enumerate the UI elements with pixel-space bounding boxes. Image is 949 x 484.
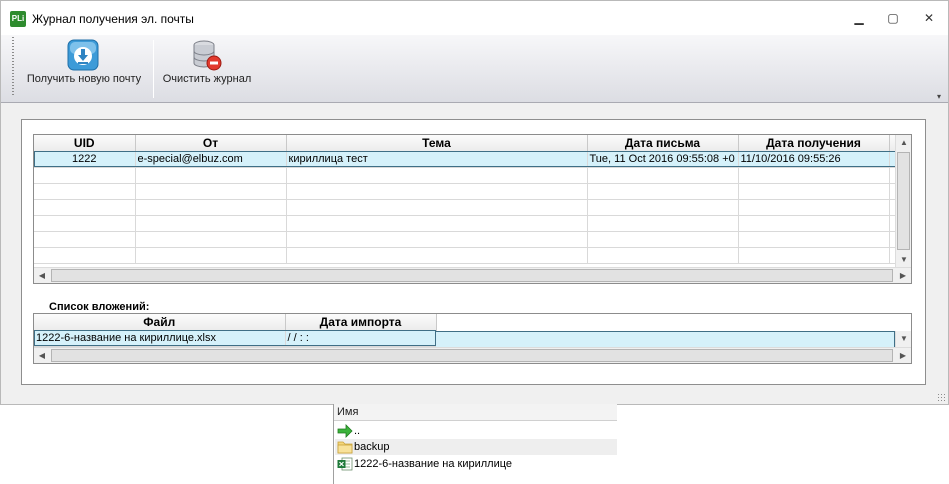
toolbar-separator <box>153 40 154 98</box>
table-row[interactable]: 1222-6-название на кириллице.xlsx / / : … <box>34 330 437 347</box>
close-button[interactable]: ✕ <box>919 10 939 26</box>
scroll-thumb[interactable] <box>897 152 910 250</box>
scroll-down-arrow[interactable]: ▼ <box>896 252 911 268</box>
attachments-table: Файл Дата импорта 1222-6-название на кир… <box>34 314 437 347</box>
mail-table: UID От Тема Дата письма Дата получения 1… <box>34 135 897 264</box>
explorer-item-backup[interactable]: backup <box>335 439 617 455</box>
clear-log-label: Очистить журнал <box>162 73 252 85</box>
explorer-item-parent[interactable]: .. <box>335 423 617 439</box>
column-header-file[interactable]: Файл <box>34 314 286 331</box>
scroll-right-arrow[interactable]: ▶ <box>895 268 911 283</box>
mail-vertical-scrollbar[interactable]: ▲ ▼ <box>895 135 911 268</box>
up-arrow-icon <box>337 424 353 438</box>
cell-subject[interactable]: кириллица тест <box>286 151 588 168</box>
window-title: Журнал получения эл. почты <box>32 12 194 26</box>
column-header-subject[interactable]: Тема <box>286 135 588 152</box>
maximize-button[interactable]: ▢ <box>883 10 903 26</box>
content-panel: UID От Тема Дата письма Дата получения 1… <box>21 119 926 385</box>
toolbar: Получить новую почту Очистить журнал ▾ <box>1 35 948 103</box>
explorer-item-label: .. <box>354 425 361 437</box>
attachments-header-row: Файл Дата импорта <box>34 314 437 331</box>
explorer-column-header-name[interactable]: Имя <box>334 404 617 421</box>
column-header-date-letter[interactable]: Дата письма <box>587 135 739 152</box>
cell-import-date[interactable]: / / : : <box>285 330 437 347</box>
scroll-left-arrow[interactable]: ◀ <box>34 268 50 283</box>
explorer-item-label: 1222-6-название на кириллице <box>354 458 513 470</box>
toolbar-grip[interactable] <box>12 37 14 97</box>
mail-download-icon <box>67 39 99 71</box>
receive-mail-button[interactable]: Получить новую почту <box>19 37 149 99</box>
column-header-from[interactable]: От <box>135 135 287 152</box>
empty-row <box>34 183 897 200</box>
mail-log-window: PLi Журнал получения эл. почты ▁ ▢ ✕ Пол… <box>0 0 949 405</box>
explorer-item-excel-file[interactable]: 1222-6-название на кириллице <box>335 456 617 472</box>
column-header-uid[interactable]: UID <box>34 135 136 152</box>
database-delete-icon <box>193 40 222 71</box>
explorer-item-label: backup <box>354 441 390 453</box>
selected-row-fill <box>436 331 895 348</box>
scroll-left-arrow[interactable]: ◀ <box>34 348 50 363</box>
empty-row <box>34 167 897 184</box>
file-explorer: Имя .. backup 1222-6-название на кирилли… <box>333 404 617 484</box>
empty-row <box>34 231 897 248</box>
receive-mail-label: Получить новую почту <box>26 73 142 85</box>
cell-file[interactable]: 1222-6-название на кириллице.xlsx <box>34 330 286 347</box>
cell-uid[interactable]: 1222 <box>34 151 136 168</box>
clear-log-button[interactable]: Очистить журнал <box>157 37 257 99</box>
empty-row <box>34 215 897 232</box>
table-row[interactable]: 1222 e-special@elbuz.com кириллица тест … <box>34 151 897 168</box>
column-header-import-date[interactable]: Дата импорта <box>285 314 437 331</box>
app-icon: PLi <box>10 11 26 27</box>
scroll-thumb[interactable] <box>51 269 893 282</box>
scroll-thumb[interactable] <box>51 349 893 362</box>
mail-header-row: UID От Тема Дата письма Дата получения <box>34 135 897 152</box>
empty-row <box>34 247 897 264</box>
cell-from[interactable]: e-special@elbuz.com <box>135 151 287 168</box>
cell-date-letter[interactable]: Tue, 11 Oct 2016 09:55:08 +0 <box>587 151 739 168</box>
empty-row <box>34 199 897 216</box>
title-bar[interactable]: PLi Журнал получения эл. почты ▁ ▢ ✕ <box>1 1 948 35</box>
mail-horizontal-scrollbar[interactable]: ◀ ▶ <box>34 267 911 283</box>
window-resize-grip[interactable] <box>937 393 945 401</box>
scroll-up-arrow[interactable]: ▲ <box>896 135 911 151</box>
attachments-vertical-scrollbar[interactable]: ▼ <box>895 331 911 348</box>
attachments-grid[interactable]: Файл Дата импорта 1222-6-название на кир… <box>33 313 912 364</box>
column-header-date-received[interactable]: Дата получения <box>738 135 890 152</box>
scroll-down-arrow[interactable]: ▼ <box>896 331 911 347</box>
minimize-button[interactable]: ▁ <box>849 10 869 26</box>
excel-file-icon <box>337 457 353 471</box>
scroll-right-arrow[interactable]: ▶ <box>895 348 911 363</box>
mail-grid[interactable]: UID От Тема Дата письма Дата получения 1… <box>33 134 912 284</box>
cell-date-received[interactable]: 11/10/2016 09:55:26 <box>738 151 890 168</box>
toolbar-overflow-button[interactable]: ▾ <box>937 92 946 101</box>
folder-icon <box>337 441 353 454</box>
attachments-horizontal-scrollbar[interactable]: ◀ ▶ <box>34 347 911 363</box>
attachments-label: Список вложений: <box>49 301 150 313</box>
